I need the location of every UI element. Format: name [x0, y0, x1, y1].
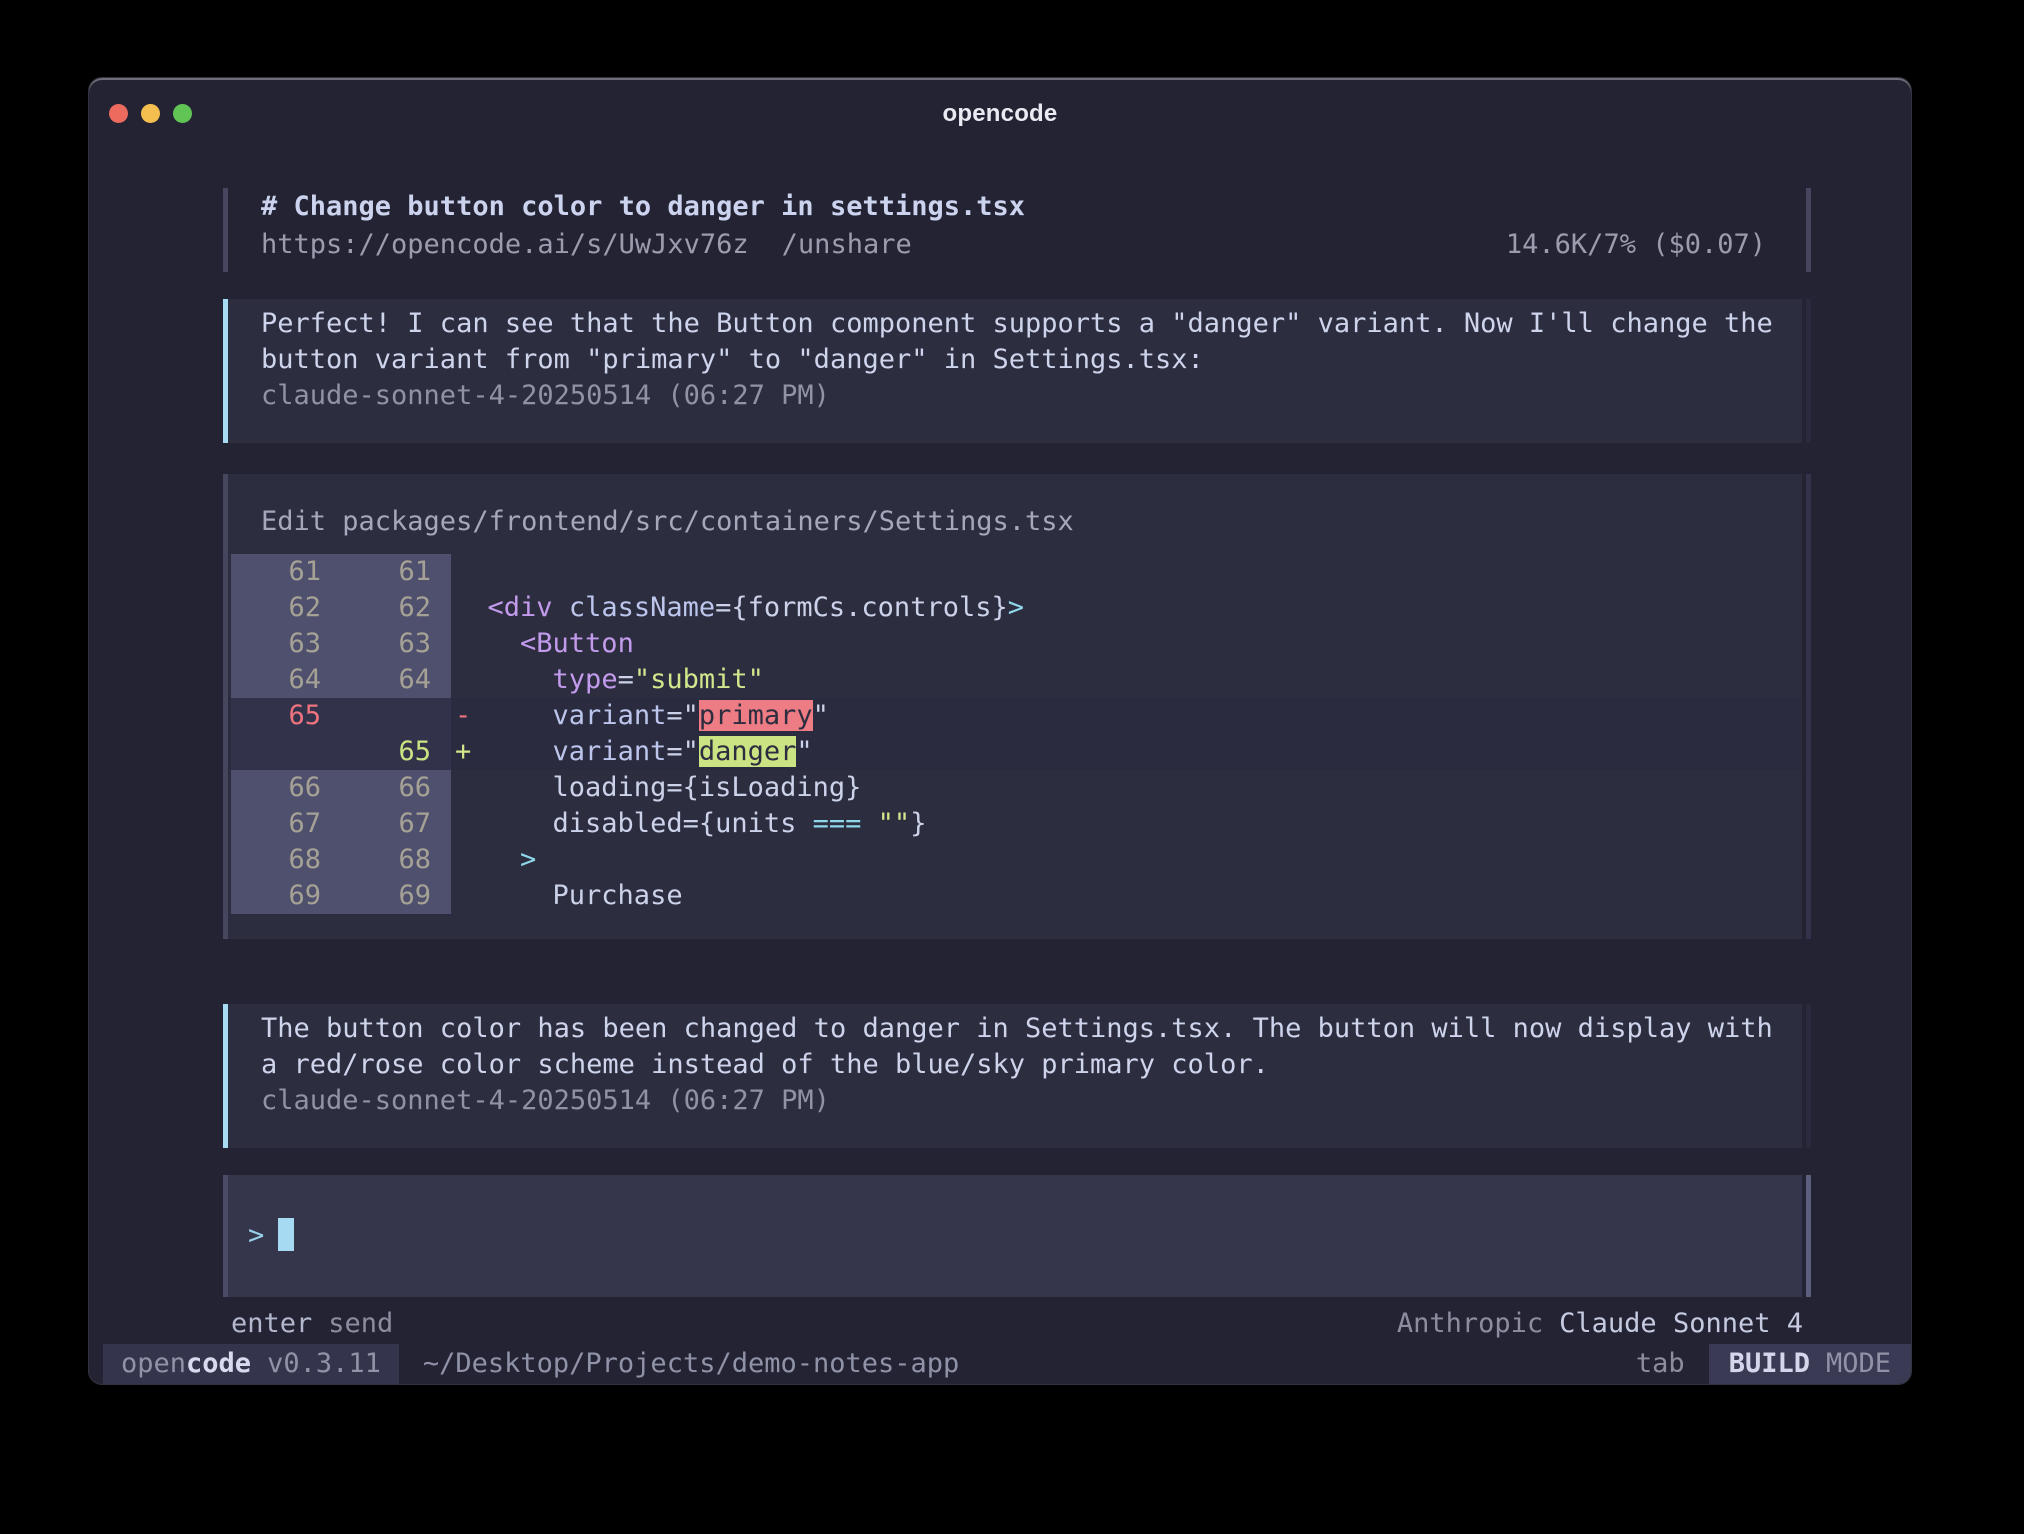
- diff-row: 65 - variant="primary": [228, 698, 1802, 734]
- line-number-old: 64: [231, 662, 341, 698]
- mode-word-label: MODE: [1826, 1348, 1891, 1379]
- opencode-window: opencode # Change button color to danger…: [88, 77, 1912, 1385]
- prompt-character: >: [248, 1220, 264, 1251]
- code-line: Purchase: [455, 878, 683, 914]
- edit-right-border: [1806, 474, 1811, 939]
- app-name-open: open: [121, 1348, 186, 1379]
- line-number-new: 66: [341, 770, 451, 806]
- input-right-border: [1806, 1175, 1811, 1297]
- share-url[interactable]: https://opencode.ai/s/UwJxv76z: [261, 226, 749, 264]
- line-number-new: 64: [341, 662, 451, 698]
- line-number-new: 69: [341, 878, 451, 914]
- line-number-new: 68: [341, 842, 451, 878]
- code-line: <div className={formCs.controls}>: [455, 590, 1024, 626]
- unshare-command: /unshare: [782, 226, 912, 264]
- diff-rows: 61616262 <div className={formCs.controls…: [228, 554, 1802, 914]
- line-number-old: 69: [231, 878, 341, 914]
- message-model-timestamp: claude-sonnet-4-20250514 (06:27 PM): [261, 378, 1802, 414]
- diff-row: 6666 loading={isLoading}: [228, 770, 1802, 806]
- message-text: The button color has been changed to dan…: [261, 1011, 1802, 1047]
- line-number-old: 62: [231, 590, 341, 626]
- token-usage: 14.6K/7% ($0.07): [1506, 226, 1766, 264]
- diff-row: 65+ variant="danger": [228, 734, 1802, 770]
- line-number-old: 67: [231, 806, 341, 842]
- line-number-new: 63: [341, 626, 451, 662]
- message-text: Perfect! I can see that the Button compo…: [261, 306, 1802, 342]
- window-title: opencode: [89, 100, 1911, 128]
- line-number-old: 63: [231, 626, 341, 662]
- assistant-message: Perfect! I can see that the Button compo…: [223, 299, 1811, 443]
- diff-row: 6161: [228, 554, 1802, 590]
- line-number-old: 65: [231, 698, 341, 734]
- code-line: - variant="primary": [455, 698, 829, 734]
- diff-row: 6969 Purchase: [228, 878, 1802, 914]
- diff-row: 6363 <Button: [228, 626, 1802, 662]
- app-name-code: code: [186, 1348, 251, 1379]
- prompt-input[interactable]: >: [223, 1175, 1811, 1297]
- session-title: # Change button color to danger in setti…: [228, 188, 1802, 226]
- tab-key-hint: tab: [1636, 1344, 1685, 1384]
- statusbar: opencode v0.3.11 ~/Desktop/Projects/demo-…: [89, 1344, 1911, 1384]
- code-line: <Button: [455, 626, 634, 662]
- enter-key-hint: enter: [231, 1307, 312, 1341]
- working-directory: ~/Desktop/Projects/demo-notes-app: [423, 1344, 959, 1384]
- line-number-old: 66: [231, 770, 341, 806]
- code-line: type="submit": [455, 662, 764, 698]
- edit-file-path: Edit packages/frontend/src/containers/Se…: [228, 504, 1802, 540]
- line-number-old: 68: [231, 842, 341, 878]
- header-right-border: [1806, 188, 1811, 272]
- mode-build-label: BUILD: [1729, 1348, 1810, 1379]
- hint-row: enter send Anthropic Claude Sonnet 4: [223, 1307, 1811, 1341]
- diff-row: 6262 <div className={formCs.controls}>: [228, 590, 1802, 626]
- session-header: # Change button color to danger in setti…: [223, 188, 1811, 272]
- app-version-segment: opencode v0.3.11: [103, 1344, 399, 1384]
- provider-name: Anthropic: [1397, 1307, 1543, 1341]
- edit-tool-card: Edit packages/frontend/src/containers/Se…: [223, 474, 1811, 939]
- message-right-border: [1806, 299, 1811, 443]
- app-version: v0.3.11: [267, 1348, 381, 1379]
- message-text: a red/rose color scheme instead of the b…: [261, 1047, 1802, 1083]
- line-number-old: 61: [231, 554, 341, 590]
- line-number-new: 61: [341, 554, 451, 590]
- code-line: disabled={units === ""}: [455, 806, 926, 842]
- message-text: button variant from "primary" to "danger…: [261, 342, 1802, 378]
- line-number-new: 62: [341, 590, 451, 626]
- line-number-new: 67: [341, 806, 451, 842]
- code-line: loading={isLoading}: [455, 770, 861, 806]
- diff-row: 6464 type="submit": [228, 662, 1802, 698]
- message-right-border: [1806, 1004, 1811, 1148]
- line-number-new: [341, 698, 451, 734]
- message-model-timestamp: claude-sonnet-4-20250514 (06:27 PM): [261, 1083, 1802, 1119]
- line-number-old: [231, 734, 341, 770]
- send-action-hint: send: [328, 1307, 393, 1341]
- titlebar: opencode: [89, 78, 1911, 148]
- diff-row: 6868 >: [228, 842, 1802, 878]
- diff-row: 6767 disabled={units === ""}: [228, 806, 1802, 842]
- text-cursor: [278, 1218, 294, 1251]
- line-number-new: 65: [341, 734, 451, 770]
- assistant-message: The button color has been changed to dan…: [223, 1004, 1811, 1148]
- code-line: >: [455, 842, 536, 878]
- mode-indicator: BUILD MODE: [1709, 1344, 1911, 1384]
- model-name: Claude Sonnet 4: [1559, 1307, 1803, 1341]
- code-line: + variant="danger": [455, 734, 813, 770]
